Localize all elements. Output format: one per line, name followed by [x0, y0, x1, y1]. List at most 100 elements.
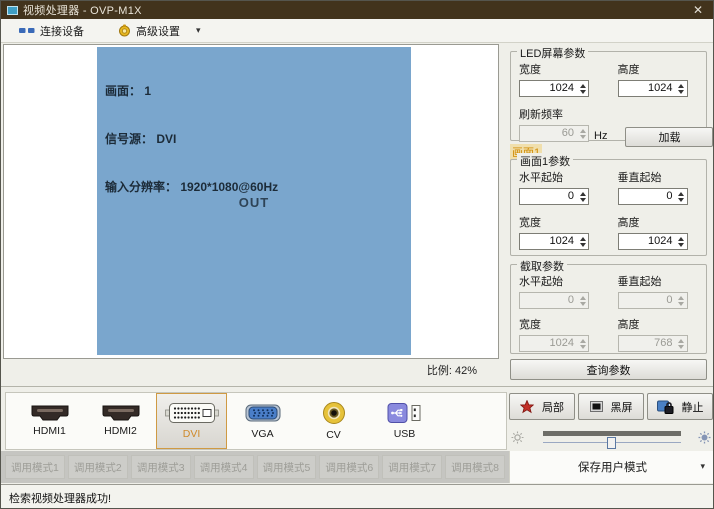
hz-unit-label: Hz — [594, 130, 607, 142]
black-screen-icon — [590, 401, 603, 412]
screen1-height-spinner[interactable]: 1024 — [618, 233, 688, 250]
preview-line-screen: 画面： 1 — [105, 83, 278, 99]
refresh-rate-spinner: 60 — [519, 125, 589, 142]
app-icon — [7, 6, 18, 15]
screen1-width-spinner[interactable]: 1024 — [519, 233, 589, 250]
recall-mode-8-button[interactable]: 调用模式8 — [445, 455, 505, 479]
source-vga[interactable]: VGA — [227, 393, 298, 449]
screen1-params-title: 画面1参数 — [517, 153, 573, 169]
capture-params-group: 截取参数 水平起始 垂直起始 0 0 宽度 高度 — [510, 264, 707, 354]
spinner-arrows-icon — [577, 126, 588, 141]
advanced-settings-label: 高级设置 — [136, 23, 180, 39]
save-user-mode-dropdown[interactable]: 保存用户模式 ▾ — [509, 451, 714, 483]
recall-mode-5-button[interactable]: 调用模式5 — [257, 455, 317, 479]
led-params-title: LED屏幕参数 — [517, 45, 588, 61]
screen1-params-group: 画面1参数 水平起始 垂直起始 0 0 宽度 高度 — [510, 159, 707, 256]
partial-button[interactable]: 局部 — [509, 393, 575, 420]
partial-label: 局部 — [542, 399, 564, 415]
screen-window-1[interactable]: 画面： 1 信号源： DVI 输入分辨率： 1920*1080@60Hz OUT — [97, 47, 411, 355]
source-cv[interactable]: CV — [298, 393, 369, 449]
freeze-label: 静止 — [682, 399, 704, 415]
brightness-slider[interactable] — [509, 427, 713, 449]
capture-hstart-spinner: 0 — [519, 292, 589, 309]
led-height-label: 高度 — [618, 61, 699, 77]
recall-mode-7-button[interactable]: 调用模式7 — [382, 455, 442, 479]
source-hdmi2[interactable]: HDMI2 — [85, 393, 156, 449]
capture-width-label: 宽度 — [519, 316, 600, 332]
recall-modes: 调用模式1 调用模式2 调用模式3 调用模式4 调用模式5 调用模式6 调用模式… — [1, 451, 509, 483]
recall-mode-2-button[interactable]: 调用模式2 — [68, 455, 128, 479]
led-height-spinner[interactable]: 1024 — [618, 80, 688, 97]
sun-bright-icon — [698, 431, 711, 444]
query-params-button[interactable]: 查询参数 — [510, 359, 707, 380]
spinner-arrows-icon[interactable] — [577, 234, 588, 249]
spinner-arrows-icon[interactable] — [577, 189, 588, 204]
spinner-arrows-icon[interactable] — [676, 189, 687, 204]
spinner-arrows-icon — [676, 336, 687, 351]
gear-icon — [118, 24, 131, 37]
recall-mode-6-button[interactable]: 调用模式6 — [319, 455, 379, 479]
parameter-panel: LED屏幕参数 宽度 高度 1024 1024 刷新频率 — [506, 43, 714, 386]
preview-line-resolution: 输入分辨率： 1920*1080@60Hz — [105, 179, 278, 195]
source-dvi[interactable]: DVI — [156, 393, 227, 449]
connect-device-button[interactable]: 连接设备 — [13, 21, 90, 41]
advanced-settings-caret[interactable]: ▾ — [196, 25, 201, 36]
spinner-arrows-icon — [577, 336, 588, 351]
titlebar: 视频处理器 - OVP-M1X ✕ — [1, 1, 714, 19]
slider-track[interactable] — [543, 431, 681, 436]
bottom-panel: HDMI1 HDMI2 — [1, 386, 714, 484]
capture-height-spinner: 768 — [618, 335, 688, 352]
capture-vstart-spinner: 0 — [618, 292, 688, 309]
input-sources: HDMI1 HDMI2 — [5, 392, 507, 450]
spinner-arrows-icon[interactable] — [676, 81, 687, 96]
zoom-ratio-label: 比例: 42% — [3, 362, 493, 378]
chevron-down-icon: ▾ — [700, 461, 705, 472]
black-screen-button[interactable]: 黑屏 — [578, 393, 644, 420]
screen1-width-label: 宽度 — [519, 214, 600, 230]
led-width-spinner[interactable]: 1024 — [519, 80, 589, 97]
black-screen-label: 黑屏 — [611, 399, 633, 415]
sun-dim-icon — [511, 431, 524, 444]
rca-icon — [322, 401, 346, 425]
advanced-settings-button[interactable]: 高级设置 — [112, 21, 186, 41]
screen1-hstart-spinner[interactable]: 0 — [519, 188, 589, 205]
window-title: 视频处理器 - OVP-M1X — [23, 2, 142, 18]
spinner-arrows-icon[interactable] — [577, 81, 588, 96]
status-text: 检索视频处理器成功! — [9, 490, 111, 506]
preview-panel: 画面： 1 信号源： DVI 输入分辨率： 1920*1080@60Hz OUT — [3, 44, 499, 359]
close-button[interactable]: ✕ — [687, 3, 709, 17]
capture-width-spinner: 1024 — [519, 335, 589, 352]
screen1-vstart-spinner[interactable]: 0 — [618, 188, 688, 205]
screen1-height-label: 高度 — [618, 214, 699, 230]
spinner-arrows-icon[interactable] — [676, 234, 687, 249]
capture-vstart-label: 垂直起始 — [618, 273, 699, 289]
spinner-arrows-icon — [577, 293, 588, 308]
plug-icon — [19, 26, 35, 35]
recall-mode-3-button[interactable]: 调用模式3 — [131, 455, 191, 479]
led-params-group: LED屏幕参数 宽度 高度 1024 1024 刷新频率 — [510, 51, 707, 141]
capture-height-label: 高度 — [618, 316, 699, 332]
source-usb[interactable]: USB — [369, 393, 440, 449]
vga-icon — [245, 402, 281, 424]
hdmi-icon — [102, 405, 140, 421]
freeze-button[interactable]: 静止 — [647, 393, 713, 420]
load-button[interactable]: 加载 — [625, 127, 713, 147]
slider-thumb[interactable] — [607, 437, 616, 449]
output-controls: 局部 黑屏 静止 — [509, 393, 713, 420]
recall-mode-4-button[interactable]: 调用模式4 — [194, 455, 254, 479]
out-label: OUT — [97, 195, 411, 210]
app-window: 视频处理器 - OVP-M1X ✕ 连接设备 高级设置 ▾ 画面： 1 信号源：… — [0, 0, 714, 509]
refresh-rate-label: 刷新频率 — [519, 106, 600, 122]
dvi-icon — [165, 402, 219, 424]
screen1-vstart-label: 垂直起始 — [618, 169, 699, 185]
capture-params-title: 截取参数 — [517, 258, 567, 274]
hdmi-icon — [31, 405, 69, 421]
connect-device-label: 连接设备 — [40, 23, 84, 39]
usb-icon — [387, 402, 423, 424]
partial-icon — [520, 400, 534, 414]
status-bar: 检索视频处理器成功! — [1, 484, 714, 509]
source-hdmi1[interactable]: HDMI1 — [14, 393, 85, 449]
preview-line-source: 信号源： DVI — [105, 131, 278, 147]
recall-mode-1-button[interactable]: 调用模式1 — [5, 455, 65, 479]
toolbar: 连接设备 高级设置 ▾ — [1, 19, 714, 43]
